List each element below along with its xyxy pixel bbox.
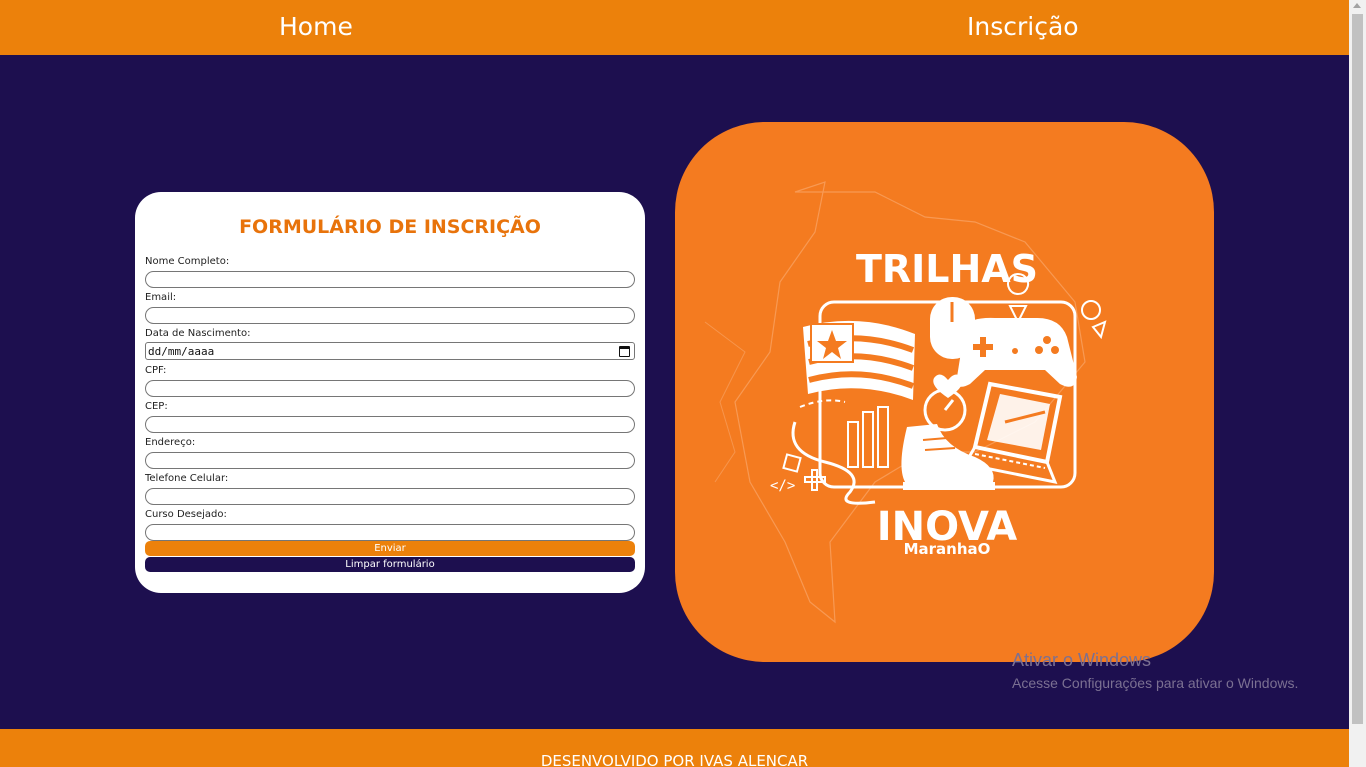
windows-activation-title: Ativar o Windows [1012,650,1152,670]
clear-form-button[interactable]: Limpar formulário [145,557,635,572]
footer-credit: DESENVOLVIDO POR IVAS ALENCAR [540,752,809,767]
logo-title: TRILHAS [856,247,1038,291]
registration-form-card: FORMULÁRIO DE INSCRIÇÃO Nome Completo: E… [135,192,645,593]
gamepad-icon [956,317,1077,387]
label-cpf: CPF: [145,365,167,376]
form-title: FORMULÁRIO DE INSCRIÇÃO [239,216,541,238]
trilhas-logo-card: TRILHAS </> INOVA MaranhaO [675,122,1214,662]
page-footer: DESENVOLVIDO POR IVAS ALENCAR [0,729,1349,767]
nav-link-home[interactable]: Home [279,12,353,42]
label-email: Email: [145,292,177,303]
nav-link-inscricao[interactable]: Inscrição [967,12,1079,42]
input-telefone-celular[interactable] [145,488,635,505]
submit-button[interactable]: Enviar [145,541,635,556]
label-curso-desejado: Curso Desejado: [145,509,227,520]
page-scrollbar[interactable] [1349,0,1366,767]
windows-activation-subtitle: Acesse Configurações para ativar o Windo… [1012,675,1299,691]
input-email[interactable] [145,307,635,324]
code-icon: </> [770,478,795,494]
date-placeholder: dd/mm/aaaa [148,345,215,358]
input-curso-desejado[interactable] [145,524,635,541]
top-navbar: Home Inscrição [0,0,1349,55]
bar-chart-icon [847,406,889,468]
input-endereco[interactable] [145,452,635,469]
label-endereco: Endereço: [145,437,196,448]
input-data-nascimento[interactable]: dd/mm/aaaa [145,342,635,360]
input-cep[interactable] [145,416,635,433]
scrollbar-thumb[interactable] [1352,14,1363,724]
input-nome-completo[interactable] [145,271,635,288]
input-cpf[interactable] [145,380,635,397]
label-telefone-celular: Telefone Celular: [145,473,229,484]
label-cep: CEP: [145,401,168,412]
stopwatch-icon [923,384,967,432]
sneaker-icon [901,424,995,490]
label-data-nascimento: Data de Nascimento: [145,328,251,339]
calendar-icon[interactable] [619,346,630,357]
logo-brand-sub: MaranhaO [904,540,991,558]
label-nome-completo: Nome Completo: [145,256,230,267]
scroll-up-arrow-icon[interactable] [1353,3,1361,8]
trilhas-logo-illustration: TRILHAS </> INOVA MaranhaO [704,181,1107,624]
flag-icon [803,320,915,400]
